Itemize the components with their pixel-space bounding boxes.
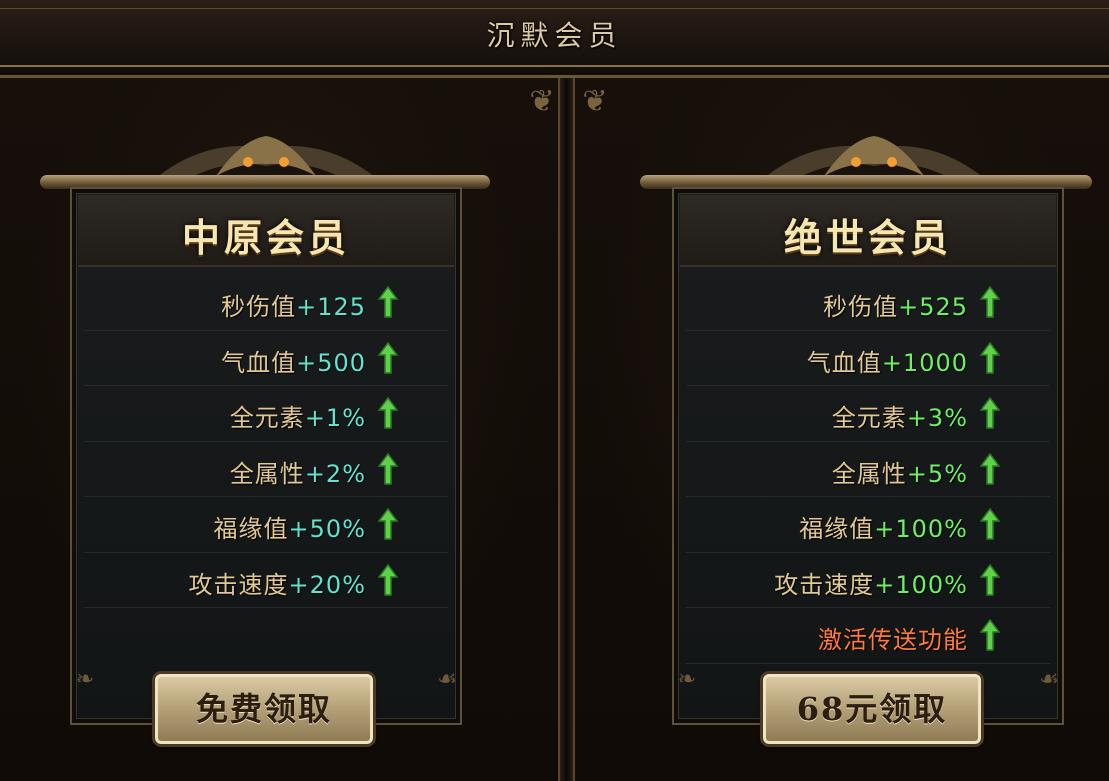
stat-row: 福缘值+50% (84, 497, 448, 553)
stat-row: 气血值+500 (84, 331, 448, 386)
ornament-icon: ❦ (582, 84, 608, 119)
window-title: 沉默会员 (486, 19, 623, 52)
stat-row: 全属性+5% (686, 442, 1050, 497)
stat-row-special: 激活传送功能 (686, 608, 1050, 664)
claim-free-button[interactable]: 免费领取 (155, 674, 373, 744)
green-up-arrow-icon (980, 397, 1000, 429)
stat-value: +50% (288, 515, 366, 543)
stat-label: 全元素 (831, 404, 907, 432)
green-up-arrow-icon (980, 619, 1000, 651)
membership-panel-jueshi: 绝世会员 秒伤值+525 气血值+1000 全元素+3% 全属性+5% 福缘值+… (672, 187, 1064, 725)
stat-label: 全元素 (229, 404, 305, 432)
stat-value: +3% (906, 404, 968, 432)
stat-row: 全元素+3% (686, 386, 1050, 442)
stat-label: 全属性 (229, 459, 305, 488)
ornament-icon: ❧ (75, 667, 95, 692)
stat-label: 气血值 (221, 348, 297, 377)
ornament-icon: ❧ (677, 667, 697, 692)
claim-paid-button[interactable]: 68元领取 (763, 674, 981, 744)
stat-value: +100% (874, 515, 968, 543)
green-up-arrow-icon (378, 563, 398, 596)
stat-label: 福缘值 (213, 515, 289, 543)
stat-row: 全元素+1% (84, 386, 448, 442)
stat-value: +1000 (881, 348, 968, 377)
special-feature-text: 激活传送功能 (818, 626, 968, 654)
ornament-icon: ❦ (529, 84, 555, 119)
stat-label: 全属性 (831, 459, 907, 488)
stat-label: 秒伤值 (823, 293, 899, 321)
stat-value: +525 (898, 293, 968, 321)
stat-row: 秒伤值+525 (686, 275, 1050, 331)
panel-title: 中原会员 (181, 215, 350, 260)
stat-label: 秒伤值 (221, 293, 297, 321)
stat-value: +500 (296, 348, 366, 377)
green-up-arrow-icon (980, 508, 1000, 540)
stat-row: 秒伤值+125 (84, 275, 448, 331)
ornament-icon: ☙ (1039, 667, 1059, 692)
stat-value: +1% (304, 404, 366, 432)
button-label: 免费领取 (195, 690, 332, 728)
stat-label: 福缘值 (799, 515, 875, 543)
stat-value: +20% (288, 570, 366, 599)
stat-row: 攻击速度+20% (84, 553, 448, 608)
green-up-arrow-icon (980, 563, 1000, 596)
panel-header: 中原会员 (78, 195, 454, 267)
stat-row: 气血值+1000 (686, 331, 1050, 386)
button-label: 68元领取 (796, 690, 948, 728)
green-up-arrow-icon (378, 397, 398, 429)
stat-row: 攻击速度+100% (686, 553, 1050, 608)
stat-list: 秒伤值+125 气血值+500 全元素+1% 全属性+2% 福缘值+50% 攻击… (84, 275, 448, 608)
green-up-arrow-icon (980, 286, 1000, 318)
green-up-arrow-icon (378, 452, 398, 485)
green-up-arrow-icon (980, 341, 1000, 374)
stat-value: +125 (296, 293, 366, 321)
stat-value: +2% (304, 459, 366, 488)
stat-label: 攻击速度 (188, 570, 289, 599)
green-up-arrow-icon (378, 286, 398, 318)
center-divider (560, 78, 573, 781)
title-bar: 沉默会员 (0, 0, 1109, 78)
stat-value: +5% (906, 459, 968, 488)
stat-value: +100% (874, 570, 968, 599)
stat-list: 秒伤值+525 气血值+1000 全元素+3% 全属性+5% 福缘值+100% … (686, 275, 1050, 664)
stat-row: 全属性+2% (84, 442, 448, 497)
stat-row: 福缘值+100% (686, 497, 1050, 553)
membership-panel-zhongyuan: 中原会员 秒伤值+125 气血值+500 全元素+1% 全属性+2% 福缘值+5… (70, 187, 462, 725)
panel-header: 绝世会员 (680, 195, 1056, 267)
green-up-arrow-icon (980, 452, 1000, 485)
panel-title: 绝世会员 (783, 215, 952, 260)
green-up-arrow-icon (378, 508, 398, 540)
stat-label: 攻击速度 (774, 570, 875, 599)
ornament-icon: ☙ (437, 667, 457, 692)
stat-label: 气血值 (806, 348, 882, 377)
green-up-arrow-icon (378, 341, 398, 374)
